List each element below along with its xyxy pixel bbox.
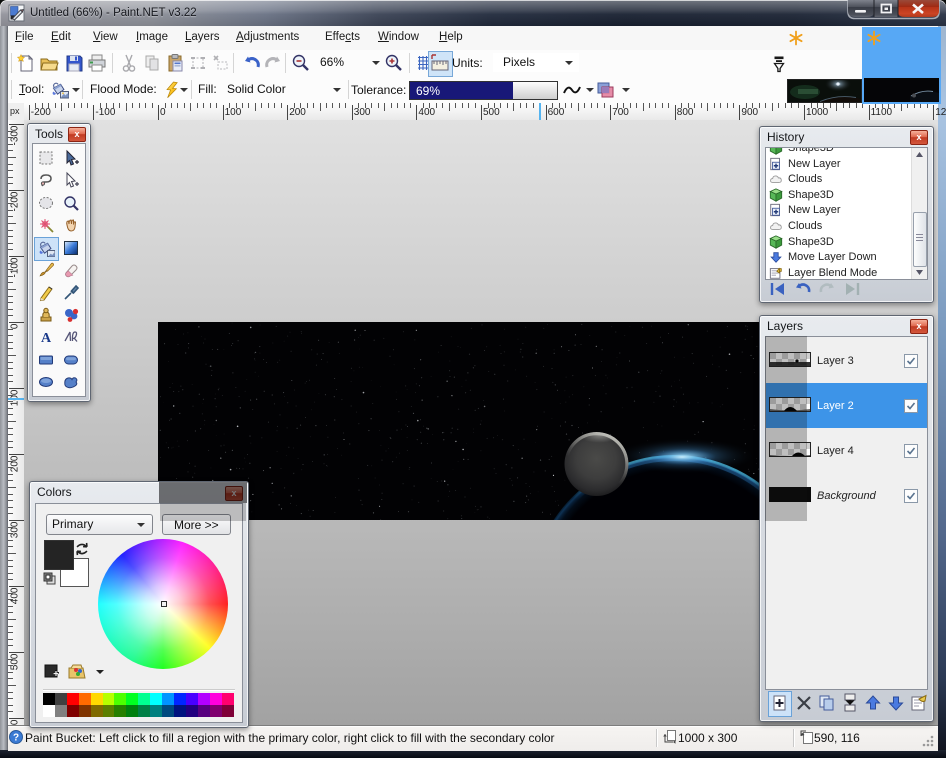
svg-text:A: A [41, 331, 52, 346]
svg-text:?: ? [13, 733, 19, 744]
